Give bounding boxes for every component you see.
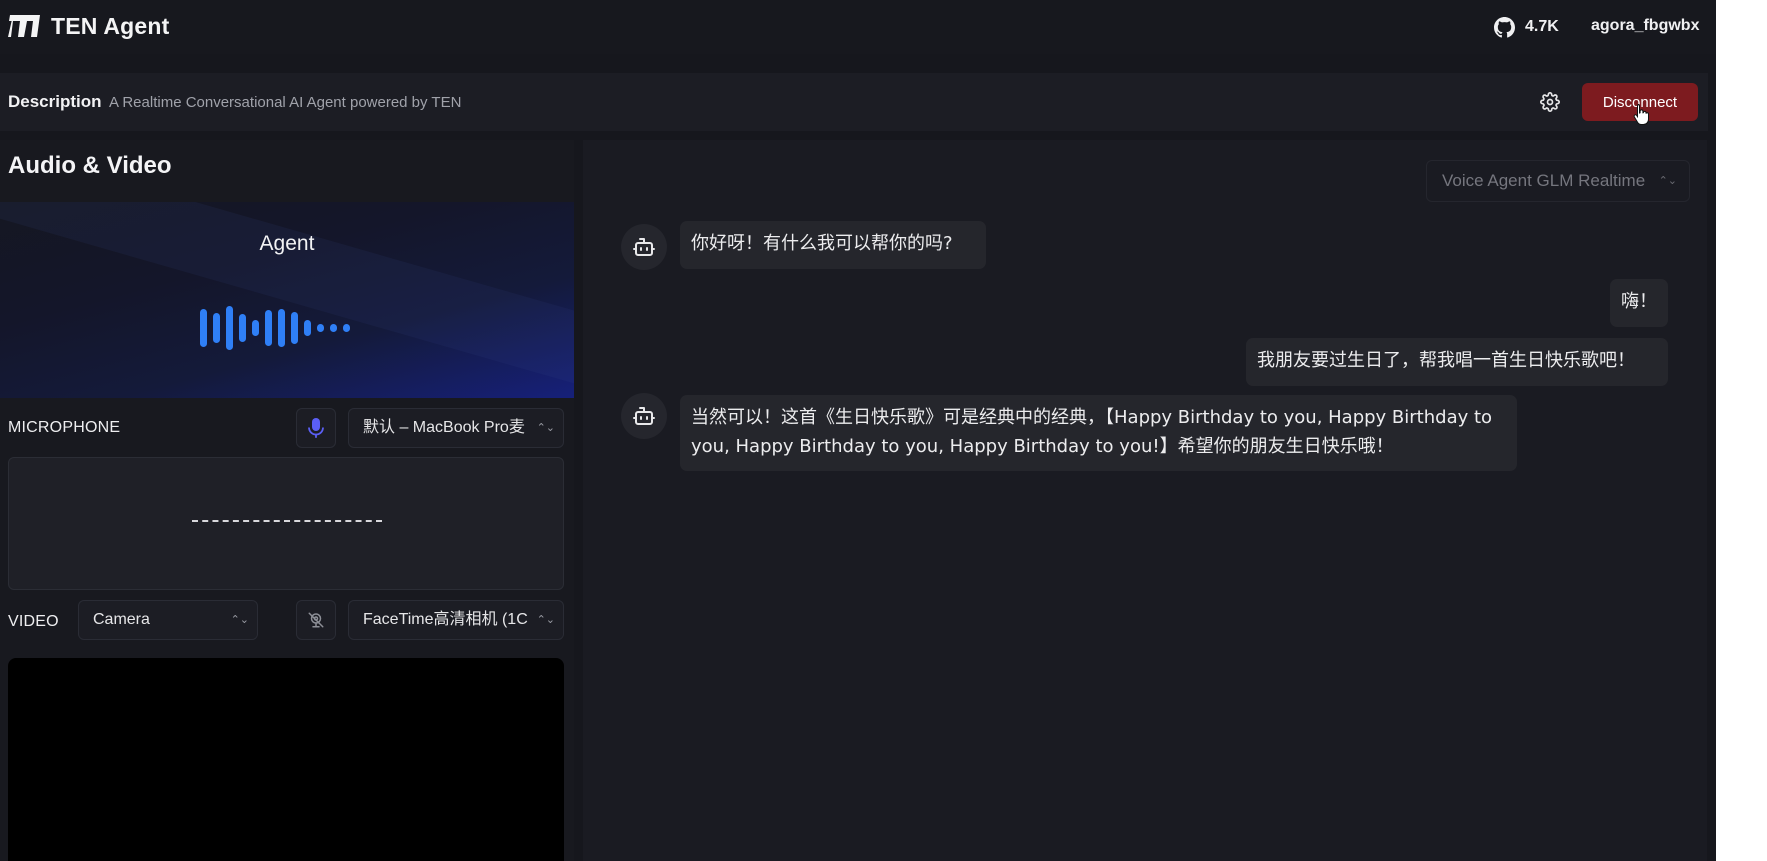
camera-toggle-button[interactable] (296, 600, 336, 640)
waveform-bar (239, 314, 246, 342)
camera-device-value: FaceTime高清相机 (1C (363, 611, 528, 628)
agent-avatar (621, 393, 667, 439)
hand-cursor-icon (1633, 104, 1649, 125)
chevron-up-down-icon: ⌃⌄ (230, 614, 249, 626)
agent-audio-waveform (200, 306, 350, 350)
audio-video-title: Audio & Video (8, 152, 172, 179)
microphone-level-indicator (192, 520, 382, 524)
top-header: TEN Agent 4.7K agora_fbgwbx (0, 0, 1716, 54)
user-message: 我朋友要过生日了，帮我唱一首生日快乐歌吧！ (1246, 338, 1668, 386)
waveform-bar (291, 312, 298, 344)
settings-button[interactable] (1537, 89, 1563, 115)
chevron-up-down-icon: ⌃⌄ (1658, 175, 1677, 187)
github-link[interactable]: 4.7K (1494, 16, 1559, 38)
video-source-value: Camera (93, 611, 150, 628)
description-label: Description (8, 92, 102, 111)
microphone-level-box (8, 457, 564, 590)
microphone-device-value: 默认 – MacBook Pro麦 (363, 419, 525, 436)
graph-select[interactable]: Voice Agent GLM Realtime ⌃⌄ (1426, 160, 1690, 202)
waveform-bar (330, 324, 337, 332)
agent-avatar (621, 224, 667, 270)
user-message: 嗨！ (1610, 279, 1668, 327)
github-star-count: 4.7K (1525, 18, 1559, 35)
video-label: VIDEO (8, 613, 59, 630)
waveform-bar (252, 320, 259, 336)
microphone-toggle-button[interactable] (296, 408, 336, 448)
microphone-device-select[interactable]: 默认 – MacBook Pro麦 ⌃⌄ (348, 408, 564, 448)
chevron-up-down-icon: ⌃⌄ (536, 422, 555, 434)
waveform-bar (213, 313, 220, 343)
graph-select-value: Voice Agent GLM Realtime (1442, 171, 1646, 190)
app-window: TEN Agent 4.7K agora_fbgwbx Description … (0, 0, 1716, 861)
waveform-bar (278, 309, 285, 347)
video-source-select[interactable]: Camera ⌃⌄ (78, 600, 258, 640)
agent-label: Agent (259, 232, 315, 255)
agent-message: 你好呀！有什么我可以帮你的吗? (680, 221, 986, 269)
agent-view: Agent (0, 202, 574, 398)
username[interactable]: agora_fbgwbx (1591, 17, 1699, 35)
github-icon (1494, 16, 1515, 37)
microphone-row: MICROPHONE 默认 – MacBook Pro麦 ⌃⌄ (0, 398, 574, 458)
waveform-bar (265, 310, 272, 346)
waveform-bar (317, 324, 324, 332)
camera-device-select[interactable]: FaceTime高清相机 (1C ⌃⌄ (348, 600, 564, 640)
robot-icon (633, 238, 655, 256)
chevron-up-down-icon: ⌃⌄ (536, 614, 555, 626)
microphone-label: MICROPHONE (8, 419, 121, 436)
camera-off-icon (308, 612, 324, 628)
waveform-bar (226, 306, 233, 350)
audio-video-panel: Audio & Video Agent MICROPHONE 默认 – MacB… (0, 140, 574, 861)
ten-logo-icon (8, 15, 40, 37)
microphone-icon (308, 418, 324, 438)
video-row: VIDEO Camera ⌃⌄ FaceTime高清相机 (1C ⌃⌄ (0, 600, 574, 644)
description-text: A Realtime Conversational AI Agent power… (109, 94, 462, 111)
waveform-bar (343, 324, 350, 332)
app-title: TEN Agent (51, 13, 170, 39)
waveform-bar (304, 320, 311, 336)
agent-message: 当然可以！这首《生日快乐歌》可是经典中的经典，【Happy Birthday t… (680, 395, 1517, 471)
robot-icon (633, 407, 655, 425)
gear-icon (1540, 92, 1560, 112)
waveform-bar (200, 309, 207, 347)
video-preview (8, 658, 564, 861)
chat-panel: Voice Agent GLM Realtime ⌃⌄ 你好呀！有什么我可以帮你… (583, 140, 1707, 861)
description-bar: Description A Realtime Conversational AI… (0, 73, 1708, 131)
